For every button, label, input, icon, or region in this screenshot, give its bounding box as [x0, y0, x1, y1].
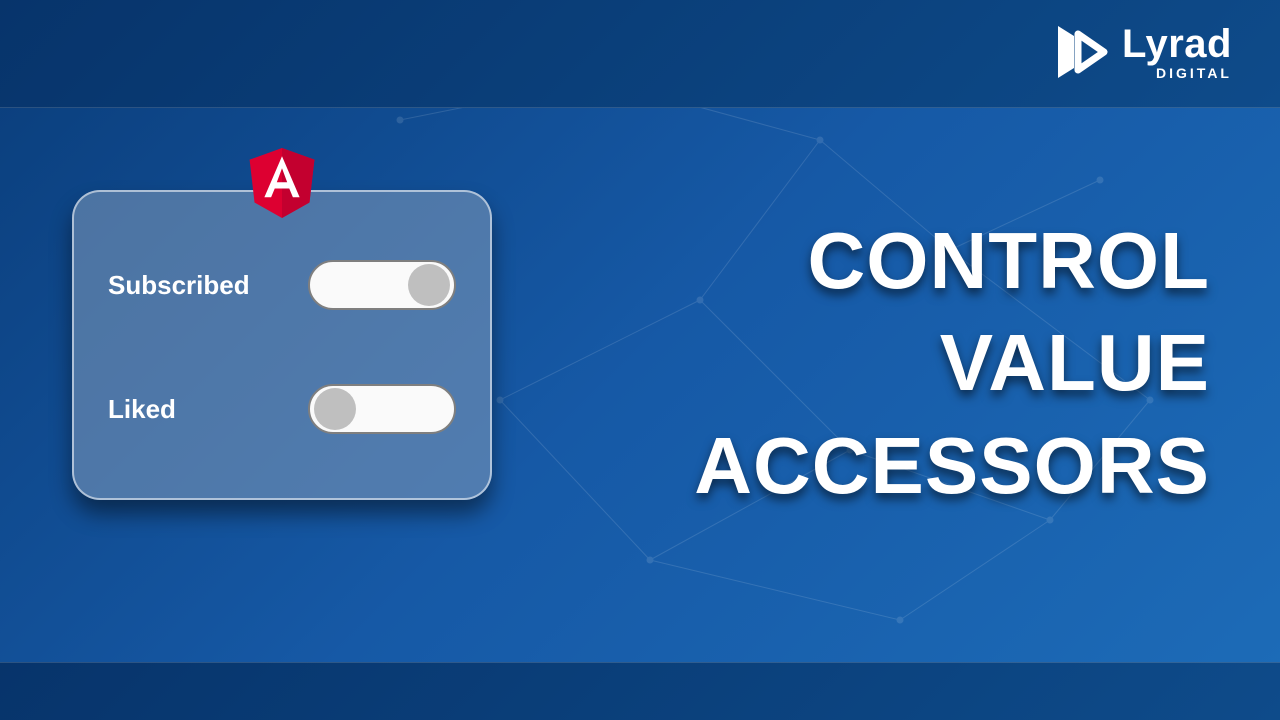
brand-sub: DIGITAL — [1156, 66, 1232, 80]
form-card-wrap: Subscribed Liked — [72, 190, 492, 500]
liked-label: Liked — [108, 394, 176, 425]
toggle-knob — [408, 264, 450, 306]
brand-name: Lyrad — [1122, 24, 1232, 64]
headline-line-1: CONTROL — [694, 210, 1210, 312]
brand-logo: Lyrad DIGITAL — [1050, 22, 1232, 82]
row-liked: Liked — [108, 364, 456, 454]
row-subscribed: Subscribed — [108, 240, 456, 330]
form-card: Subscribed Liked — [72, 190, 492, 500]
liked-toggle[interactable] — [308, 384, 456, 434]
play-icon — [1050, 22, 1110, 82]
bottom-bar — [0, 662, 1280, 720]
toggle-knob — [314, 388, 356, 430]
headline-line-3: ACCESSORS — [694, 415, 1210, 517]
headline: CONTROL VALUE ACCESSORS — [694, 210, 1210, 517]
headline-line-2: VALUE — [694, 312, 1210, 414]
angular-icon — [249, 148, 315, 223]
subscribed-label: Subscribed — [108, 270, 250, 301]
subscribed-toggle[interactable] — [308, 260, 456, 310]
